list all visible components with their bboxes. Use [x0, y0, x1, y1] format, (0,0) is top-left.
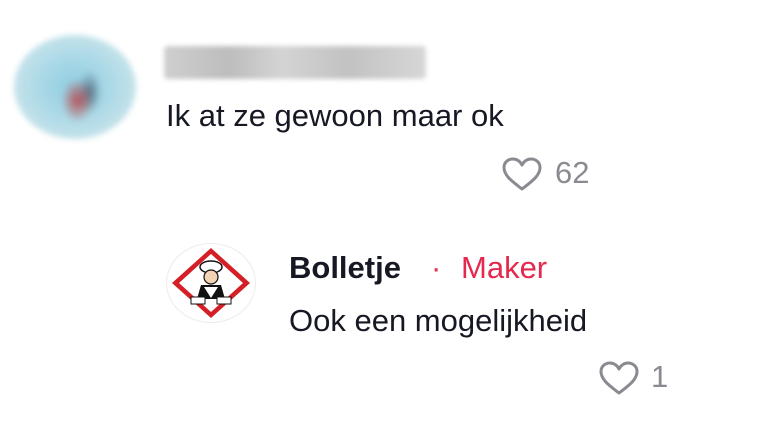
heart-icon[interactable]: [500, 156, 544, 192]
reply-text: Ook een mogelijkheid: [289, 303, 588, 338]
reply-author[interactable]: Bolletje: [289, 250, 401, 286]
commenter-avatar[interactable]: [14, 35, 136, 139]
bolletje-logo-icon: [172, 248, 250, 318]
like-count: 62: [555, 155, 590, 190]
comment-text: Ik at ze gewoon maar ok: [166, 98, 504, 133]
commenter-name-redacted[interactable]: [164, 46, 426, 79]
like-count: 1: [651, 359, 669, 394]
maker-badge: Maker: [461, 250, 548, 285]
author-separator: ·: [431, 250, 442, 285]
bolletje-avatar[interactable]: [166, 243, 256, 323]
heart-icon[interactable]: [597, 360, 641, 396]
